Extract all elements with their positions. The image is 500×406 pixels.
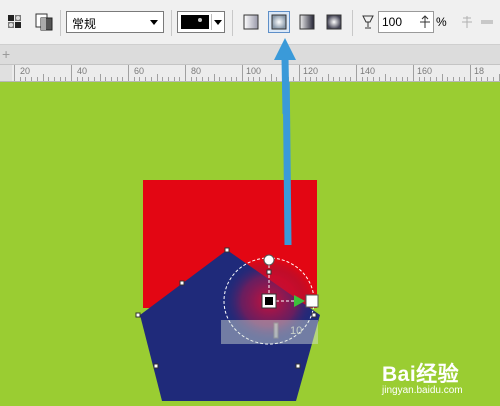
watermark-url: jingyan.baidu.com xyxy=(382,385,463,396)
selection-node[interactable] xyxy=(135,312,141,318)
transparency-slider-value: 10 xyxy=(290,325,303,337)
tutorial-arrow-head xyxy=(274,38,296,115)
transparency-slider-panel[interactable] xyxy=(221,320,318,344)
selection-node[interactable] xyxy=(266,269,272,275)
transparency-slider-thumb[interactable] xyxy=(273,322,279,339)
watermark-brand: Bai经验 xyxy=(382,363,460,386)
selection-node[interactable] xyxy=(224,247,230,253)
gradient-start-color xyxy=(265,297,273,305)
selection-node[interactable] xyxy=(295,363,301,369)
selection-node[interactable] xyxy=(311,312,317,318)
selection-node[interactable] xyxy=(179,280,185,286)
selection-node[interactable] xyxy=(153,363,159,369)
baidu-jingyan-watermark: Bai经验 jingyan.baidu.com xyxy=(360,358,495,398)
drawing-canvas[interactable]: 10 xyxy=(0,61,500,401)
angle-handle[interactable] xyxy=(263,254,275,266)
gradient-end-handle[interactable] xyxy=(305,294,319,308)
